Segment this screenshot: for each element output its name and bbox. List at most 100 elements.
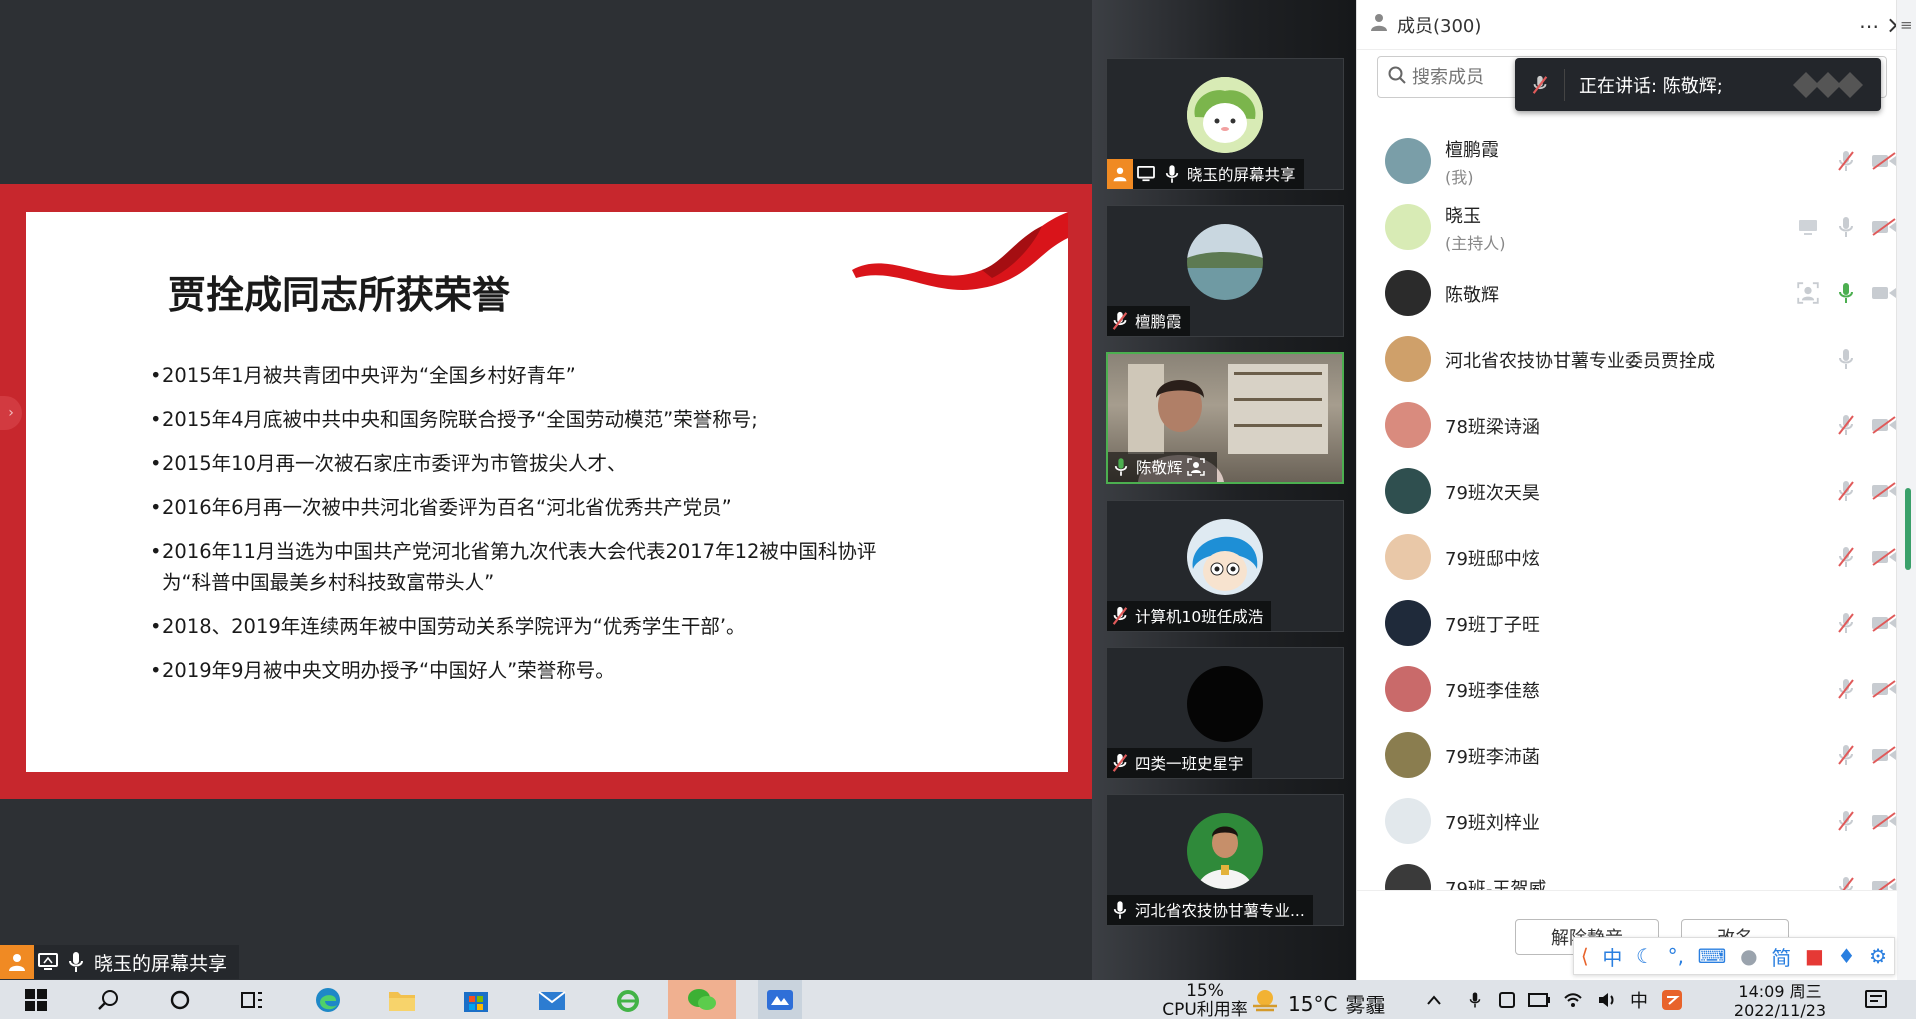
cpu-label: CPU利用率 [1162,1000,1248,1019]
members-title: 成员(300) [1397,15,1482,37]
camera-off-icon[interactable] [1871,214,1897,240]
camera-off-icon[interactable] [1871,478,1897,504]
wifi-icon[interactable] [1560,980,1586,1019]
file-explorer-icon[interactable] [382,980,422,1019]
mic-muted-icon [1107,748,1133,778]
member-row[interactable]: 78班梁诗涵 [1357,392,1897,458]
skin-icon[interactable]: ♦ [1838,944,1856,968]
avatar [1385,864,1431,890]
battery-icon[interactable] [1526,980,1552,1019]
camera-off-icon[interactable] [1871,610,1897,636]
mic-muted-icon[interactable] [1833,148,1859,174]
camera-off-icon[interactable] [1871,742,1897,768]
member-row[interactable]: 檀鹏霞 (我) [1357,128,1897,194]
ime-chinese-mode[interactable]: 中 [1602,942,1622,971]
tile-name: 陈敬辉 [1136,459,1183,477]
mic-active-icon[interactable] [1833,280,1859,306]
punctuation-icon[interactable]: °, [1668,944,1684,968]
microsoft-store-icon[interactable] [456,980,496,1019]
camera-off-icon[interactable] [1871,874,1897,890]
clock-date: 2022/11/23 [1733,1001,1827,1019]
camera-icon[interactable] [1871,280,1897,306]
settings-gear-icon[interactable]: ⚙ [1869,944,1887,968]
microphone-icon[interactable] [1833,346,1859,372]
member-row[interactable]: 79班-王贺威 [1357,854,1897,890]
mic-muted-icon[interactable] [1833,676,1859,702]
avatar [1187,519,1263,595]
notification-icon[interactable] [1856,980,1896,1019]
windows-start-icon[interactable] [16,980,56,1019]
more-options-icon[interactable]: ⋯ [1859,14,1880,38]
member-row[interactable]: 79班李佳慈 [1357,656,1897,722]
video-tile-column: 晓玉的屏幕共享 檀鹏霞 陈敬辉 计算机10班任成浩 四类一班史星宇 河北省农技协… [1092,0,1356,980]
member-row[interactable]: 79班次天昊 [1357,458,1897,524]
member-name: 79班刘梓业 [1445,813,1540,834]
mic-muted-icon[interactable] [1833,412,1859,438]
video-tile[interactable]: 河北省农技协甘薯专业... [1106,794,1344,926]
cortana-icon[interactable] [160,980,200,1019]
camera-off-icon[interactable] [1871,412,1897,438]
tile-footer: 陈敬辉 [1108,452,1217,482]
volume-icon[interactable] [1594,980,1620,1019]
member-row[interactable]: 79班李沛菡 [1357,722,1897,788]
chevron-up-icon[interactable] [1420,980,1448,1019]
weather-widget[interactable]: 15°C 雾霾 [1250,988,1385,1019]
mic-muted-icon[interactable] [1833,742,1859,768]
member-status-icons [1833,874,1897,890]
mic-muted-icon[interactable] [1833,478,1859,504]
mic-muted-icon[interactable] [1833,874,1859,890]
system-clock[interactable]: 14:09 周三 2022/11/23 [1720,982,1840,1019]
edge-browser-icon[interactable] [308,980,348,1019]
camera-off-icon[interactable] [1871,808,1897,834]
member-row[interactable]: 79班邸中炫 [1357,524,1897,590]
sync-icon[interactable] [1494,980,1520,1019]
camera-off-icon[interactable] [1871,544,1897,570]
scrollbar-thumb[interactable] [1905,488,1911,570]
task-view-icon[interactable] [232,980,272,1019]
member-status-icons [1833,544,1897,570]
cpu-usage-widget[interactable]: 15% CPU利用率 [1160,982,1250,1019]
member-row[interactable]: 陈敬辉 [1357,260,1897,326]
member-row[interactable]: 河北省农技协甘薯专业委员贾拴成 [1357,326,1897,392]
video-tile[interactable]: 晓玉的屏幕共享 [1106,58,1344,190]
expand-panel-button[interactable]: › [0,396,22,430]
member-row[interactable]: 晓玉 (主持人) [1357,194,1897,260]
member-row[interactable]: 79班丁子旺 [1357,590,1897,656]
sogou-ime-icon[interactable] [1658,980,1686,1019]
mic-muted-icon[interactable] [1833,610,1859,636]
video-icon[interactable]: ■ [1805,944,1824,968]
member-role: (我) [1445,168,1474,187]
mic-muted-icon[interactable] [1833,808,1859,834]
camera-off-icon[interactable] [1871,148,1897,174]
camera-off-icon[interactable] [1871,676,1897,702]
avatar [1385,600,1431,646]
mail-icon[interactable] [532,980,572,1019]
wechat-icon[interactable] [668,980,736,1019]
mic-muted-icon [1515,68,1565,101]
video-tile[interactable]: 檀鹏霞 [1106,205,1344,337]
video-tile[interactable]: 计算机10班任成浩 [1106,500,1344,632]
avatar [1385,534,1431,580]
avatar [1187,77,1263,153]
microphone-icon[interactable] [1833,214,1859,240]
member-row[interactable]: 79班刘梓业 [1357,788,1897,854]
avatar [1187,666,1263,742]
microphone-icon[interactable] [1462,980,1488,1019]
moon-icon[interactable]: ☾ [1636,944,1654,968]
internet-explorer-icon[interactable] [608,980,648,1019]
keyboard-icon[interactable]: ⌨ [1698,944,1727,968]
slide-bullet: 2015年10月再一次被石家庄市委评为市管拔尖人才、 [150,448,910,479]
haze-weather-icon [1250,988,1280,1019]
ime-logo-icon[interactable]: ⟨ [1581,944,1589,968]
meeting-app-icon[interactable] [758,980,802,1019]
video-tile[interactable]: 四类一班史星宇 [1106,647,1344,779]
member-status-icons [1833,148,1897,174]
input-method-indicator[interactable]: 中 [1626,980,1652,1019]
search-icon[interactable] [88,980,128,1019]
video-tile-active[interactable]: 陈敬辉 [1106,352,1344,484]
member-status-icons [1833,676,1897,702]
ime-simplified-mode[interactable]: 简 [1771,942,1791,971]
mic-muted-icon[interactable] [1833,544,1859,570]
person-icon[interactable]: ● [1740,944,1757,968]
menu-icon[interactable]: ≡ [1900,16,1913,34]
